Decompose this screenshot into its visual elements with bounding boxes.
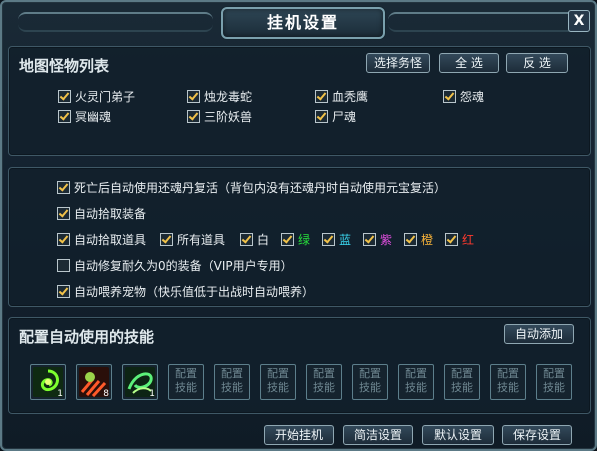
title-ornament-left: [18, 12, 213, 32]
monster-checkbox[interactable]: 三阶妖兽: [187, 110, 252, 124]
empty-skill-slot[interactable]: 配置技能: [352, 364, 388, 400]
checkbox-icon[interactable]: [57, 259, 70, 272]
checkbox-icon[interactable]: [445, 233, 458, 246]
checkbox-icon[interactable]: [187, 90, 200, 103]
monster-checkbox[interactable]: 尸魂: [315, 110, 356, 124]
empty-skill-slot[interactable]: 配置技能: [214, 364, 250, 400]
invert-selection-button[interactable]: 反 选: [506, 53, 568, 73]
monster-list-title: 地图怪物列表: [19, 57, 110, 75]
window-title: 挂机设置: [221, 7, 385, 39]
empty-skill-slot[interactable]: 配置技能: [536, 364, 572, 400]
empty-skill-slot[interactable]: 配置技能: [306, 364, 342, 400]
checkbox-icon[interactable]: [160, 233, 173, 246]
monster-checkbox[interactable]: 火灵门弟子: [58, 90, 135, 104]
skill-slot[interactable]: 1: [30, 364, 66, 400]
skill-slot[interactable]: 1: [122, 364, 158, 400]
title-ornament-right: [388, 12, 583, 32]
checkbox-icon[interactable]: [57, 233, 70, 246]
checkbox-icon[interactable]: [281, 233, 294, 246]
title-bar: 挂机设置: [2, 2, 597, 42]
checkbox-icon[interactable]: [404, 233, 417, 246]
checkbox-icon[interactable]: [187, 110, 200, 123]
skills-section-title: 配置自动使用的技能: [19, 328, 155, 346]
start-auto-hang-button[interactable]: 开始挂机: [264, 425, 334, 445]
checkbox-icon[interactable]: [363, 233, 376, 246]
empty-skill-slot[interactable]: 配置技能: [444, 364, 480, 400]
simple-settings-button[interactable]: 简洁设置: [343, 425, 413, 445]
monster-checkbox[interactable]: 冥幽魂: [58, 110, 111, 124]
empty-skill-slot[interactable]: 配置技能: [260, 364, 296, 400]
auto-add-skill-button[interactable]: 自动添加: [504, 324, 574, 344]
select-all-button[interactable]: 全 选: [439, 53, 499, 73]
auto-repair-option[interactable]: 自动修复耐久为0的装备（VIP用户专用）: [57, 259, 293, 273]
checkbox-icon[interactable]: [443, 90, 456, 103]
checkbox-icon[interactable]: [57, 285, 70, 298]
empty-skill-slot[interactable]: 配置技能: [490, 364, 526, 400]
auto-revive-option[interactable]: 死亡后自动使用还魂丹复活（背包内没有还魂丹时自动使用元宝复活）: [57, 181, 446, 195]
default-settings-button[interactable]: 默认设置: [422, 425, 494, 445]
checkbox-icon[interactable]: [58, 110, 71, 123]
select-task-monster-button[interactable]: 选择务怪: [366, 53, 430, 73]
auto-hang-settings-window: 挂机设置 X 地图怪物列表 选择务怪 全 选 反 选 火灵门弟子 烛龙毒蛇 血秃…: [0, 0, 597, 451]
empty-skill-slot[interactable]: 配置技能: [168, 364, 204, 400]
checkbox-icon[interactable]: [240, 233, 253, 246]
monster-checkbox[interactable]: 怨魂: [443, 90, 484, 104]
auto-pickup-items-option[interactable]: 自动拾取道具: [57, 233, 146, 247]
monster-list-section: 地图怪物列表 选择务怪 全 选 反 选 火灵门弟子 烛龙毒蛇 血秃鹰 怨魂 冥幽…: [8, 46, 591, 156]
skill-slot[interactable]: 8: [76, 364, 112, 400]
quality-orange-option[interactable]: 橙: [404, 233, 433, 247]
close-icon[interactable]: X: [568, 10, 590, 32]
checkbox-icon[interactable]: [315, 110, 328, 123]
quality-white-option[interactable]: 白: [240, 233, 269, 247]
quality-purple-option[interactable]: 紫: [363, 233, 392, 247]
monster-checkbox[interactable]: 血秃鹰: [315, 90, 368, 104]
empty-skill-slot[interactable]: 配置技能: [398, 364, 434, 400]
auto-pickup-equipment-option[interactable]: 自动拾取装备: [57, 207, 146, 221]
monster-checkbox[interactable]: 烛龙毒蛇: [187, 90, 252, 104]
quality-green-option[interactable]: 绿: [281, 233, 310, 247]
checkbox-icon[interactable]: [57, 181, 70, 194]
checkbox-icon[interactable]: [315, 90, 328, 103]
quality-blue-option[interactable]: 蓝: [322, 233, 351, 247]
checkbox-icon[interactable]: [322, 233, 335, 246]
all-items-option[interactable]: 所有道具: [160, 233, 225, 247]
quality-red-option[interactable]: 红: [445, 233, 474, 247]
checkbox-icon[interactable]: [58, 90, 71, 103]
checkbox-icon[interactable]: [57, 207, 70, 220]
auto-options-section: 死亡后自动使用还魂丹复活（背包内没有还魂丹时自动使用元宝复活） 自动拾取装备 自…: [8, 167, 591, 307]
save-settings-button[interactable]: 保存设置: [502, 425, 572, 445]
auto-feed-pet-option[interactable]: 自动喂养宠物（快乐值低于出战时自动喂养）: [57, 285, 314, 299]
